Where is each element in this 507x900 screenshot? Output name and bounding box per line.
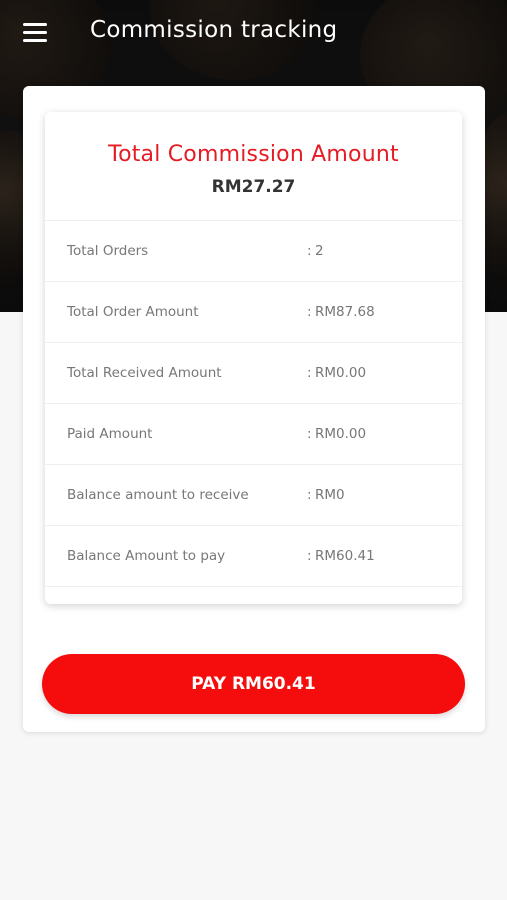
detail-label: Balance Amount to pay <box>67 548 226 564</box>
detail-label: Total Received Amount <box>67 365 222 381</box>
app-bar: Commission tracking <box>0 0 507 64</box>
detail-separator: : <box>307 365 312 381</box>
commission-card: Total Commission Amount RM27.27 Total Or… <box>23 86 485 732</box>
detail-separator: : <box>307 487 312 503</box>
detail-value: RM0.00 <box>315 365 367 381</box>
total-commission-title: Total Commission Amount <box>108 142 399 167</box>
detail-label: Total Order Amount <box>67 304 199 320</box>
detail-label: Total Orders <box>67 243 149 259</box>
detail-separator: : <box>307 243 312 259</box>
detail-row-total-orders: Total Orders : 2 <box>45 220 462 281</box>
detail-value: RM60.41 <box>315 548 375 564</box>
detail-separator: : <box>307 548 312 564</box>
detail-separator: : <box>307 426 312 442</box>
page-title: Commission tracking <box>90 17 338 43</box>
commission-summary-card: Total Commission Amount RM27.27 Total Or… <box>45 112 462 604</box>
detail-value: RM87.68 <box>315 304 375 320</box>
pay-button[interactable]: PAY RM60.41 <box>42 654 465 714</box>
detail-row-total-order-amount: Total Order Amount : RM87.68 <box>45 281 462 342</box>
detail-value: RM0 <box>315 487 345 503</box>
detail-separator: : <box>307 304 312 320</box>
detail-label: Paid Amount <box>67 426 153 442</box>
total-commission-value: RM27.27 <box>211 177 296 197</box>
summary-header: Total Commission Amount RM27.27 <box>45 112 462 220</box>
detail-row-balance-to-receive: Balance amount to receive : RM0 <box>45 464 462 525</box>
list-bottom-divider <box>45 586 462 604</box>
detail-label: Balance amount to receive <box>67 487 249 503</box>
detail-row-paid-amount: Paid Amount : RM0.00 <box>45 403 462 464</box>
detail-value: RM0.00 <box>315 426 367 442</box>
detail-row-total-received-amount: Total Received Amount : RM0.00 <box>45 342 462 403</box>
hamburger-menu-icon[interactable] <box>16 16 54 48</box>
detail-row-balance-to-pay: Balance Amount to pay : RM60.41 <box>45 525 462 586</box>
detail-value: 2 <box>315 243 324 259</box>
